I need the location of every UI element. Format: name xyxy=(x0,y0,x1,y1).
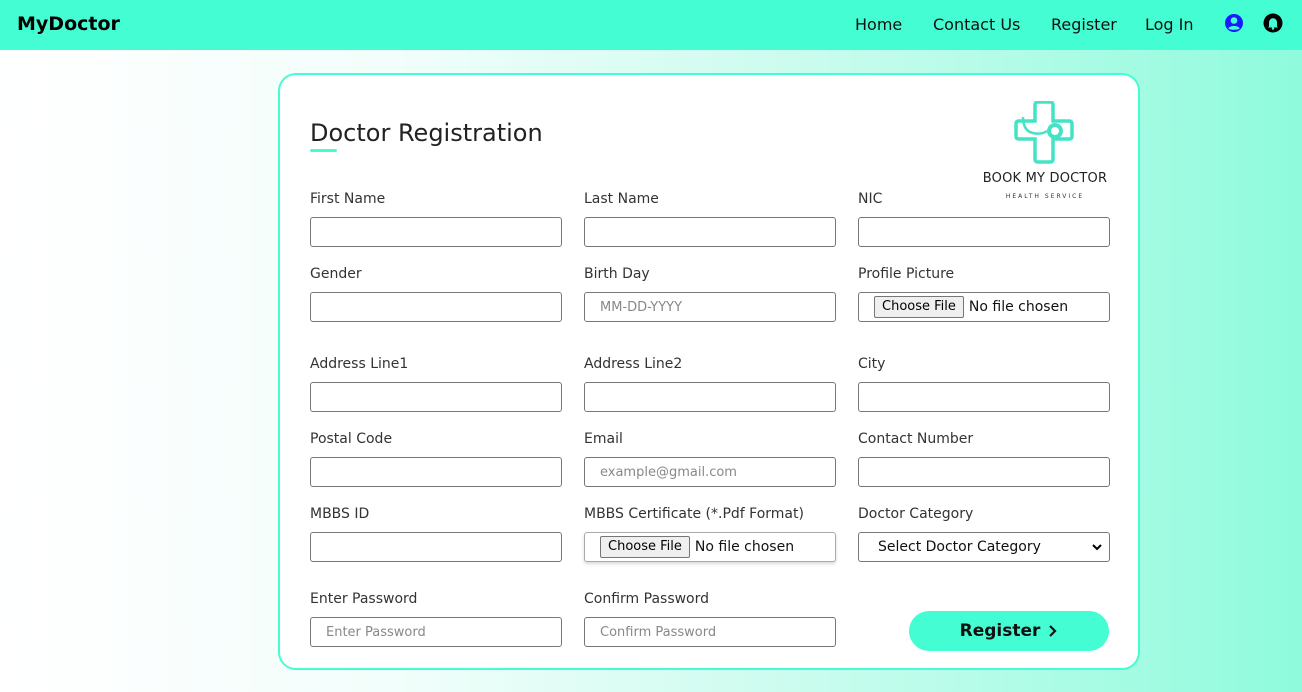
mbbs-file-status: No file chosen xyxy=(694,539,795,555)
bell-icon[interactable] xyxy=(1263,13,1283,33)
nav-login-link[interactable]: Log In xyxy=(1145,15,1194,34)
chevron-right-icon xyxy=(1048,622,1058,641)
postal-code-label: Postal Code xyxy=(310,431,393,447)
address-line2-field[interactable] xyxy=(584,382,836,412)
mbbs-choose-file-button[interactable]: Choose File xyxy=(600,536,690,558)
chevron-down-icon xyxy=(1092,544,1102,551)
register-submit-button[interactable]: Register xyxy=(909,611,1109,651)
logo-subtext: HEALTH SERVICE xyxy=(1005,193,1085,200)
address-line1-field[interactable] xyxy=(310,382,562,412)
user-circle-icon[interactable] xyxy=(1224,13,1244,33)
nav-register-link[interactable]: Register xyxy=(1051,15,1117,34)
nic-field[interactable] xyxy=(858,217,1110,247)
profile-picture-file-input[interactable]: Choose File No file chosen xyxy=(858,292,1110,322)
last-name-label: Last Name xyxy=(584,191,659,207)
mbbs-certificate-label: MBBS Certificate (*.Pdf Format) xyxy=(584,506,804,522)
city-label: City xyxy=(858,356,886,372)
email-placeholder: example@gmail.com xyxy=(600,464,737,480)
gender-label: Gender xyxy=(310,266,362,282)
navbar: MyDoctor Home Contact Us Register Log In xyxy=(0,0,1302,50)
mbbs-id-label: MBBS ID xyxy=(310,506,370,522)
nav-home-link[interactable]: Home xyxy=(855,15,902,34)
address-line2-label: Address Line2 xyxy=(584,356,683,372)
doctor-category-label: Doctor Category xyxy=(858,506,974,522)
city-field[interactable] xyxy=(858,382,1110,412)
register-button-label: Register xyxy=(959,621,1041,641)
birth-day-label: Birth Day xyxy=(584,266,650,282)
email-label: Email xyxy=(584,431,623,447)
nav-links: Home Contact Us Register Log In xyxy=(0,0,1302,50)
logo-text: BOOK MY DOCTOR xyxy=(982,171,1108,186)
mbbs-certificate-file-input[interactable]: Choose File No file chosen xyxy=(584,532,836,562)
doctor-category-selected: Select Doctor Category xyxy=(878,539,1041,555)
confirm-password-label: Confirm Password xyxy=(584,591,710,607)
medical-cross-logo-icon xyxy=(1014,101,1074,164)
gender-field[interactable] xyxy=(310,292,562,322)
birth-day-placeholder: MM-DD-YYYY xyxy=(600,299,683,315)
page-title: Doctor Registration xyxy=(310,119,543,147)
doctor-category-select[interactable]: Select Doctor Category xyxy=(858,532,1110,562)
confirm-password-field[interactable]: Confirm Password xyxy=(584,617,836,647)
contact-number-label: Contact Number xyxy=(858,431,974,447)
email-field[interactable]: example@gmail.com xyxy=(584,457,836,487)
first-name-field[interactable] xyxy=(310,217,562,247)
enter-password-field[interactable]: Enter Password xyxy=(310,617,562,647)
nic-label: NIC xyxy=(858,191,883,207)
book-my-doctor-logo: BOOK MY DOCTOR HEALTH SERVICE xyxy=(978,101,1112,201)
address-line1-label: Address Line1 xyxy=(310,356,409,372)
birth-day-field[interactable]: MM-DD-YYYY xyxy=(584,292,836,322)
title-underline xyxy=(310,149,337,152)
mbbs-id-field[interactable] xyxy=(310,532,562,562)
enter-password-placeholder: Enter Password xyxy=(326,624,426,640)
profile-picture-label: Profile Picture xyxy=(858,266,955,282)
first-name-label: First Name xyxy=(310,191,386,207)
profile-file-status: No file chosen xyxy=(968,299,1069,315)
profile-choose-file-button[interactable]: Choose File xyxy=(874,296,964,318)
contact-number-field[interactable] xyxy=(858,457,1110,487)
enter-password-label: Enter Password xyxy=(310,591,418,607)
confirm-password-placeholder: Confirm Password xyxy=(600,624,717,640)
registration-card: Doctor Registration BOOK MY DOCTOR HEALT… xyxy=(278,73,1140,670)
last-name-field[interactable] xyxy=(584,217,836,247)
postal-code-field[interactable] xyxy=(310,457,562,487)
nav-contact-link[interactable]: Contact Us xyxy=(933,15,1020,34)
